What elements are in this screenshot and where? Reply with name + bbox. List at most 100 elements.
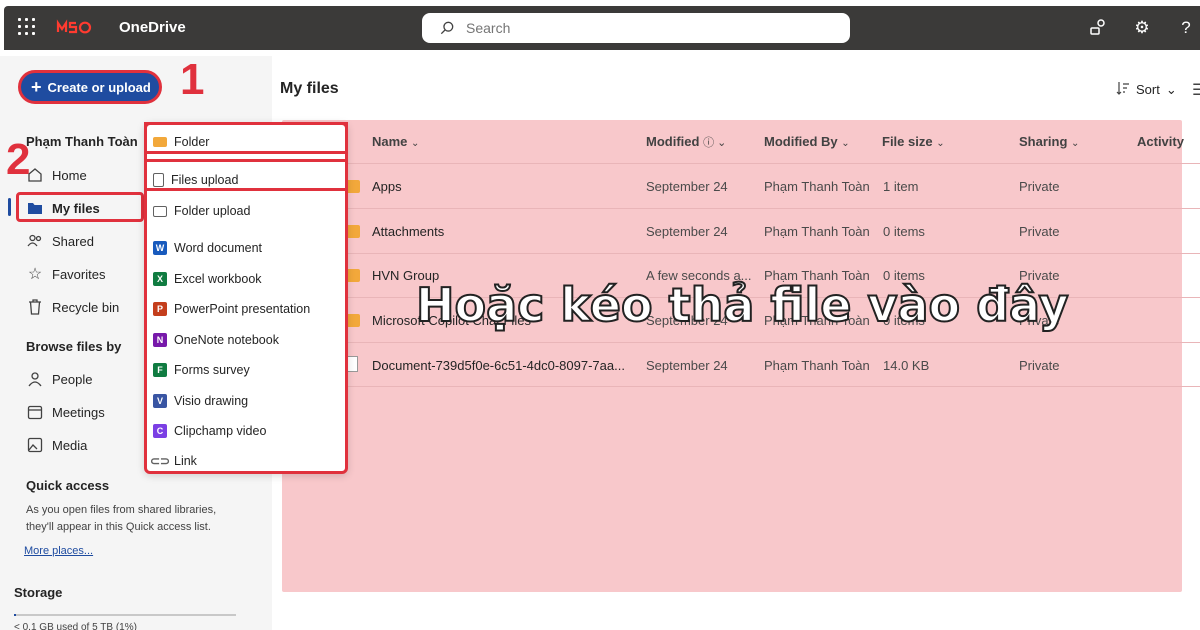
person-icon [26,370,44,388]
view-options-icon[interactable]: ☰ [1192,80,1200,100]
top-bar-inner: OneDrive ⚙ ? [4,6,1200,50]
nav-item-home[interactable]: Home [26,163,87,187]
search-input[interactable] [466,20,766,36]
column-header-name[interactable]: Name ⌄ [372,134,419,149]
row-divider [282,342,1200,343]
sort-button[interactable]: Sort ⌄ [1116,81,1177,98]
storage-progress-fill [14,614,17,616]
column-header-activity[interactable]: Activity [1137,134,1184,149]
column-header-modified[interactable]: Modified ⓘ ⌄ [646,134,726,150]
nav-item-people[interactable]: People [26,367,92,391]
quick-access-title: Quick access [26,478,110,493]
user-name: Phạm Thanh Toàn [26,134,138,149]
help-icon[interactable]: ? [1176,18,1196,38]
file-modified-by[interactable]: Phạm Thanh Toàn [764,224,870,239]
menu-item-link[interactable]: ⊂⊃ Link [147,448,345,474]
nav-item-label: Meetings [52,404,105,420]
nav-item-label: Favorites [52,266,106,282]
file-sharing[interactable]: Private [1019,358,1059,373]
info-icon: ⓘ ⌄ [703,137,727,149]
calendar-icon [26,403,44,421]
forms-icon: F [153,363,167,377]
link-icon: ⊂⊃ [149,454,171,468]
menu-item-label: Folder upload [174,204,251,218]
menu-item-folder-upload[interactable]: Folder upload [147,198,345,224]
app-launcher-icon[interactable] [18,18,38,38]
menu-item-label: Visio drawing [174,394,249,408]
app-title[interactable]: OneDrive [119,19,186,36]
menu-item-label: Link [174,454,197,468]
storage-progress-bar [14,614,236,616]
nav-item-label: People [52,371,93,387]
visio-icon: V [153,394,167,408]
menu-item-label: PowerPoint presentation [174,302,311,316]
menu-item-powerpoint-presentation[interactable]: P PowerPoint presentation [147,296,345,322]
menu-item-word-document[interactable]: W Word document [147,235,345,261]
page-title: My files [280,80,339,97]
more-places-link[interactable]: More places... [24,545,93,557]
share-feedback-icon[interactable] [1088,18,1108,38]
image-icon [26,436,44,454]
star-icon: ☆ [27,266,43,283]
file-modified-by[interactable]: Phạm Thanh Toàn [764,358,870,373]
menu-item-visio-drawing[interactable]: V Visio drawing [147,388,345,414]
brand-logo-mark [56,19,92,34]
file-name[interactable]: Attachments [372,224,444,239]
storage-usage-text[interactable]: < 0.1 GB used of 5 TB (1%) [14,622,137,630]
column-header-file-size[interactable]: File size ⌄ [882,134,945,149]
powerpoint-icon: P [153,302,167,316]
sort-icon [1116,81,1130,98]
menu-item-label: Excel workbook [174,272,262,286]
menu-item-label: Clipchamp video [174,424,267,438]
gear-icon[interactable]: ⚙ [1132,18,1152,38]
plus-icon: + [31,77,42,97]
chevron-down-icon: ⌄ [1165,81,1177,97]
file-sharing[interactable]: Private [1019,179,1059,194]
nav-item-label: Recycle bin [52,299,120,315]
column-header-sharing[interactable]: Sharing ⌄ [1019,134,1079,149]
file-name[interactable]: Apps [372,179,402,194]
menu-item-label: Forms survey [174,363,250,377]
menu-item-onenote-notebook[interactable]: N OneNote notebook [147,327,345,353]
nav-item-recycle-bin[interactable]: Recycle bin [26,295,119,319]
annotation-step-1: 1 [180,55,205,104]
brand-logo[interactable] [56,16,92,43]
column-header-modified-by[interactable]: Modified By ⌄ [764,134,850,149]
people-icon [26,232,44,250]
trash-icon [26,298,44,316]
row-divider [282,208,1200,209]
nav-item-favorites[interactable]: ☆ Favorites [26,262,106,286]
row-divider [282,386,1200,387]
row-divider [282,253,1200,254]
search-box[interactable] [422,13,850,43]
menu-item-label: Word document [174,241,263,255]
file-modified-by[interactable]: Phạm Thanh Toàn [764,179,870,194]
folder-option-highlight [144,122,348,154]
create-or-upload-button[interactable]: + Create or upload [18,70,162,104]
excel-icon: X [153,272,167,286]
create-or-upload-label: Create or upload [47,79,151,95]
menu-item-forms-survey[interactable]: F Forms survey [147,357,345,383]
folder-upload-icon [153,205,167,217]
file-size: 0 items [883,224,925,239]
word-icon: W [153,241,167,255]
clipchamp-icon: C [153,424,167,438]
file-size: 14.0 KB [883,358,930,373]
home-icon [26,166,44,184]
storage-title: Storage [14,585,63,600]
quick-access-description: As you open files from shared libraries,… [26,504,217,533]
menu-item-clipchamp-video[interactable]: C Clipchamp video [147,418,345,444]
menu-item-excel-workbook[interactable]: X Excel workbook [147,266,345,292]
nav-item-meetings[interactable]: Meetings [26,400,105,424]
file-modified: September 24 [646,224,728,239]
file-name[interactable]: Document-739d5f0e-6c51-4dc0-8097-7aa... [372,358,625,373]
file-modified: September 24 [646,179,728,194]
browse-files-title: Browse files by [26,339,122,354]
nav-item-shared[interactable]: Shared [26,229,94,253]
file-size: 1 item [883,179,919,194]
file-sharing[interactable]: Private [1019,224,1059,239]
top-bar: OneDrive ⚙ ? [0,0,1200,56]
nav-item-label: Media [52,437,88,453]
nav-item-label: Shared [52,233,94,249]
nav-item-media[interactable]: Media [26,433,87,457]
